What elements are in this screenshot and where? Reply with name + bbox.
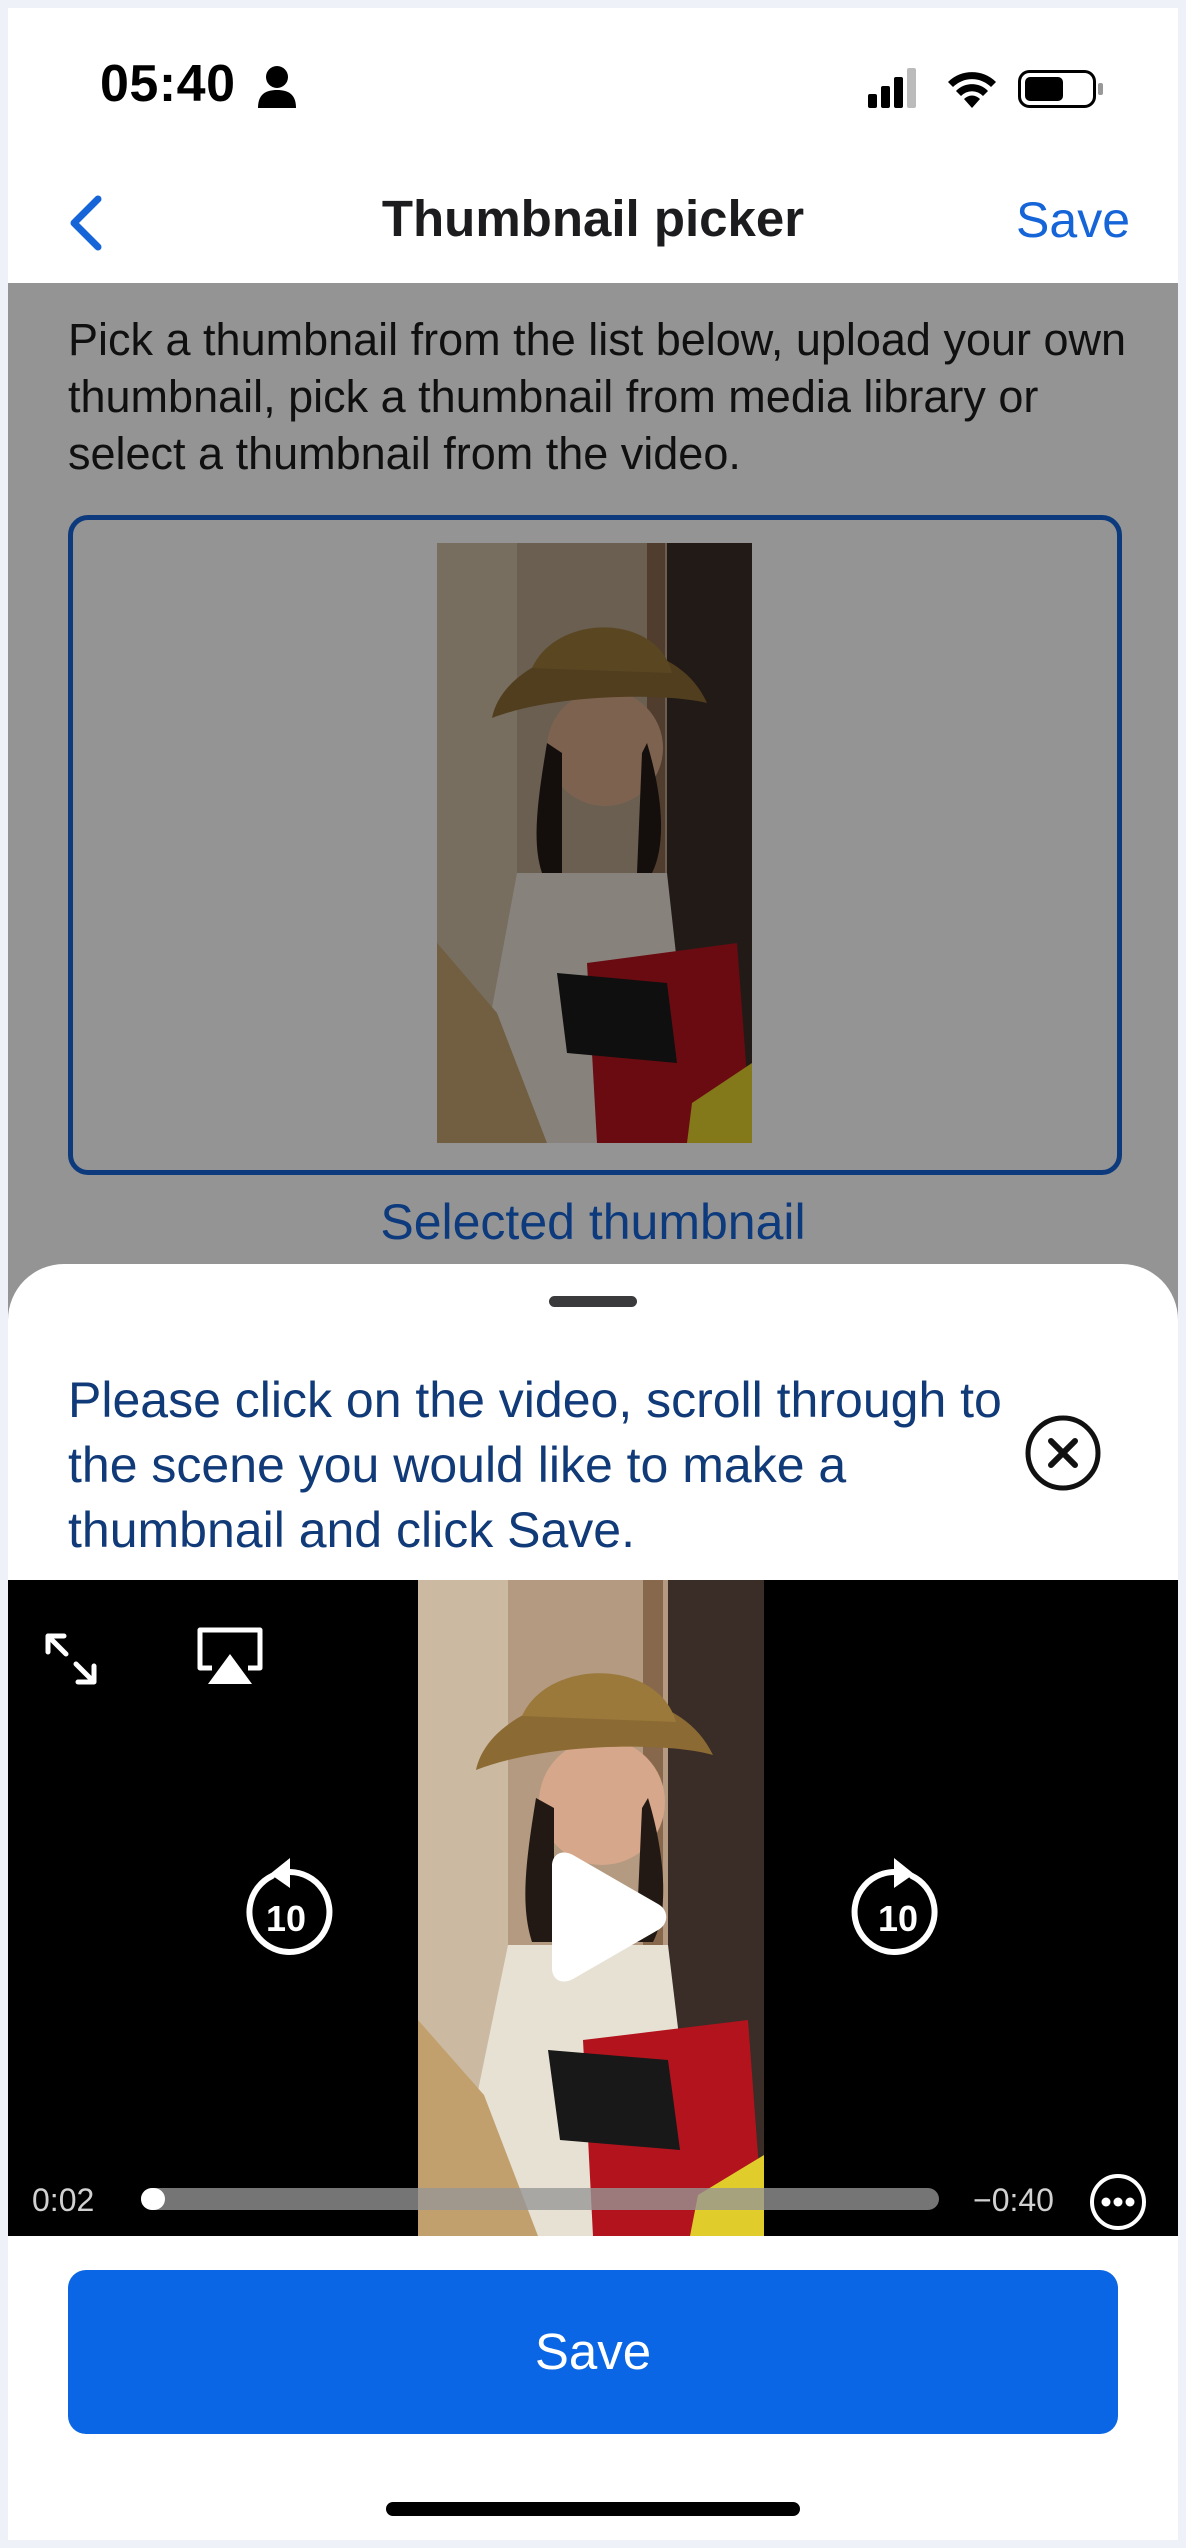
video-scrubber[interactable] <box>141 2188 939 2210</box>
cellular-signal-icon <box>868 68 916 108</box>
sheet-drag-handle[interactable] <box>549 1296 637 1307</box>
nav-save-button[interactable]: Save <box>1016 191 1130 249</box>
home-indicator <box>386 2502 800 2516</box>
expand-icon[interactable] <box>36 1624 106 1694</box>
more-options-icon[interactable] <box>1088 2172 1148 2232</box>
selected-thumbnail-label: Selected thumbnail <box>380 1194 806 1250</box>
nav-bar: Thumbnail picker Save <box>8 163 1178 283</box>
status-icons <box>868 68 1103 108</box>
selected-thumbnail-frame[interactable] <box>68 515 1122 1175</box>
skip-forward-label: 10 <box>878 1898 918 1939</box>
battery-icon <box>1018 70 1103 108</box>
instructions-text: Pick a thumbnail from the list below, up… <box>68 314 1127 479</box>
wifi-icon <box>948 72 996 108</box>
selected-thumbnail-image <box>437 543 752 1143</box>
skip-forward-icon[interactable]: 10 <box>850 1854 946 1958</box>
video-progress-fill <box>141 2188 165 2210</box>
page-title: Thumbnail picker <box>381 190 805 247</box>
chevron-left-icon[interactable] <box>58 187 118 259</box>
sheet-message: Please click on the video, scroll throug… <box>68 1372 1002 1558</box>
skip-back-label: 10 <box>266 1898 306 1939</box>
status-time: 05:40 <box>100 55 236 113</box>
skip-back-icon[interactable]: 10 <box>238 1854 334 1958</box>
save-button[interactable]: Save <box>68 2270 1118 2434</box>
video-picker-sheet: Please click on the video, scroll throug… <box>8 1264 1178 2540</box>
person-icon <box>258 66 296 108</box>
airplay-icon[interactable] <box>194 1624 266 1688</box>
status-bar: 05:40 <box>8 8 1178 163</box>
video-player[interactable]: 10 10 0:02 −0:40 <box>8 1580 1178 2236</box>
play-icon[interactable] <box>542 1850 670 1984</box>
current-time: 0:02 <box>32 2182 95 2218</box>
phone-screen: 05:40 Thumbnail picker Save Pick a thumb… <box>8 8 1178 2540</box>
close-circle-icon[interactable] <box>1024 1414 1102 1492</box>
remaining-time: −0:40 <box>973 2182 1054 2218</box>
